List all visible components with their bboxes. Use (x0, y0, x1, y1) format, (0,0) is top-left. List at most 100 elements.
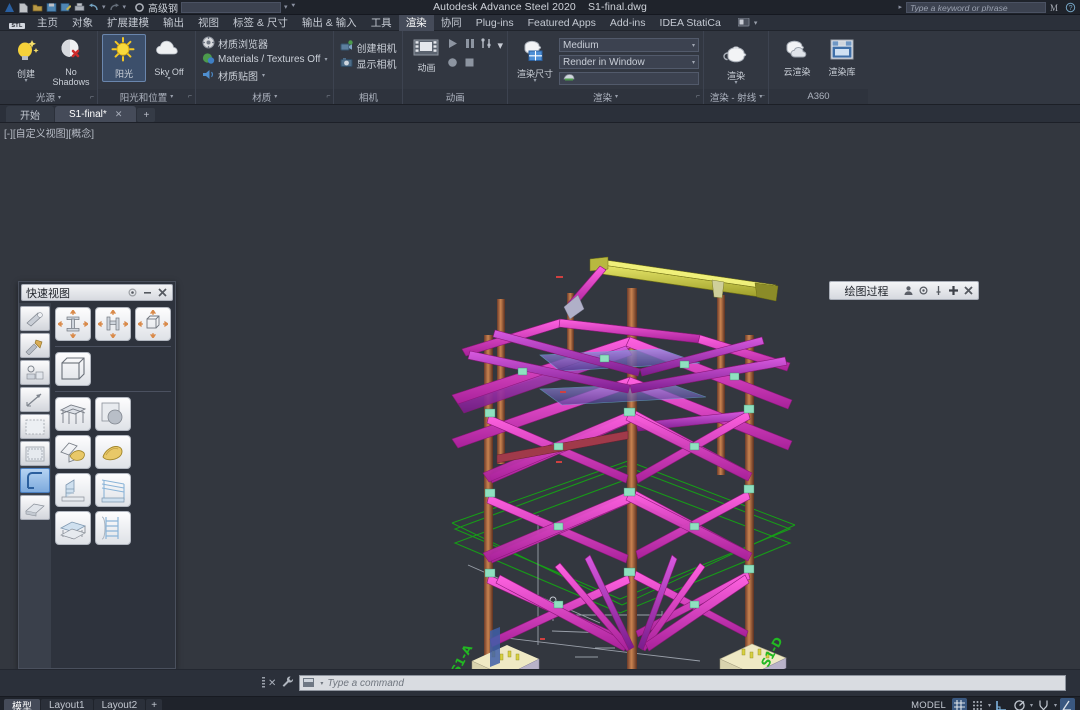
render-panel-label[interactable]: 渲染 ▾ ⌐ (508, 89, 703, 104)
platform-icon[interactable] (55, 511, 91, 545)
ribbon[interactable]: 创建 ▾ No Shadows 光源 ▾ ⌐ 阳光 Sky Off ▾ 阳光和位… (0, 31, 1080, 105)
cloud-render-button[interactable]: 云渲染 (775, 34, 819, 80)
quick-view-palette[interactable]: 快速视图 (18, 281, 176, 669)
ribbon-overflow[interactable]: ▾ (737, 18, 757, 27)
chevron-down-icon[interactable]: ▾ (692, 59, 695, 66)
create-camera-button[interactable]: 创建相机 (338, 39, 398, 55)
render-gallery-button[interactable]: 渲染库 (820, 34, 864, 80)
minimize-icon[interactable] (142, 287, 153, 298)
snap-mode-icon[interactable] (970, 698, 985, 710)
plate-tool-icon[interactable] (20, 360, 50, 385)
animation-panel-label[interactable]: 动画 (403, 89, 507, 104)
render-size-button[interactable]: 渲染尺寸 ▾ (512, 34, 558, 87)
status-right-group[interactable]: MODEL ▾ ▾ ▾ (908, 698, 1080, 710)
palette-tool-grid[interactable] (51, 303, 175, 668)
ribbon-tab-7[interactable]: 工具 (364, 15, 399, 31)
gear-icon[interactable] (918, 285, 929, 296)
create-light-button[interactable]: 创建 ▾ (4, 34, 48, 87)
ribbon-tab-4[interactable]: 视图 (191, 15, 226, 31)
sky-off-button[interactable]: Sky Off ▾ (147, 34, 191, 85)
bent-plate-icon[interactable] (95, 435, 131, 469)
close-icon[interactable] (157, 287, 168, 298)
render-destination-combo[interactable]: Render in Window ▾ (559, 55, 699, 69)
render-ray-panel-label[interactable]: 渲染 - 射线 ▾ ⌐ (704, 89, 768, 104)
chevron-down-icon[interactable]: ▾ (274, 93, 277, 100)
animation-dropdown-icon[interactable]: ▾ (497, 39, 503, 52)
chevron-down-icon[interactable]: ▾ (170, 93, 173, 100)
ribbon-tab-0[interactable]: 主页 (30, 15, 65, 31)
gear-icon[interactable] (127, 287, 138, 298)
stop-icon[interactable] (463, 56, 476, 72)
connection-tool-icon[interactable] (20, 333, 50, 358)
grid-display-icon[interactable] (951, 698, 967, 710)
document-tab-bar[interactable]: 开始 S1-final* ✕ + (0, 105, 1080, 123)
beam-section-icon[interactable] (55, 307, 91, 341)
ortho-mode-icon[interactable] (994, 698, 1009, 710)
drawing-process-title-bar[interactable]: 绘图过程 (829, 281, 979, 300)
signin-icon[interactable]: M (1050, 2, 1061, 13)
ribbon-tab-13[interactable]: IDEA StatiCa (653, 15, 728, 31)
stair-icon[interactable] (55, 473, 91, 507)
sun-status-button[interactable]: 阳光 (102, 34, 146, 82)
render-size-dropdown-icon[interactable]: ▾ (533, 78, 536, 84)
folded-plate-icon[interactable] (55, 435, 91, 469)
search-expand-icon[interactable]: ▸ (898, 3, 902, 11)
ribbon-tab-2[interactable]: 扩展建模 (100, 15, 156, 31)
dialog-launcher-icon[interactable]: ⌐ (761, 93, 765, 100)
dialog-launcher-icon[interactable]: ⌐ (696, 93, 700, 100)
dialog-launcher-icon[interactable]: ⌐ (90, 94, 94, 101)
chevron-down-icon[interactable]: ▾ (58, 94, 61, 101)
material-mapping-button[interactable]: 材质贴图 ▾ (200, 68, 329, 83)
motion-path-icon[interactable] (480, 37, 493, 53)
sky-off-dropdown-icon[interactable]: ▾ (167, 76, 170, 82)
pin-icon[interactable] (933, 285, 944, 296)
add-layout-button[interactable]: + (146, 698, 163, 710)
sun-location-panel-label[interactable]: 阳光和位置 ▾ ⌐ (98, 89, 195, 104)
palette-side-toolbar[interactable] (19, 303, 51, 668)
document-tab-0[interactable]: 开始 (6, 106, 54, 122)
camera-panel-label[interactable]: 相机 (334, 89, 403, 104)
command-line-zone[interactable]: ✕ ▾ Type a command (0, 669, 1080, 696)
show-camera-button[interactable]: 显示相机 (338, 56, 398, 71)
redo-icon[interactable] (109, 2, 120, 13)
help-icon[interactable]: ? (1065, 2, 1076, 13)
open-icon[interactable] (32, 2, 43, 13)
structure-view-icon[interactable] (55, 397, 91, 431)
polar-tracking-icon[interactable] (1012, 698, 1027, 710)
workspace-combo[interactable] (181, 1, 282, 13)
layout-tabs[interactable]: 模型 Layout1 Layout2 + (0, 698, 163, 710)
close-icon[interactable]: ✕ (268, 678, 276, 689)
workspace-dropdown-icon[interactable]: ▾ (284, 3, 288, 11)
isodraft-icon[interactable] (1060, 698, 1075, 710)
viewport-label[interactable]: [-][自定义视图][概念] (4, 125, 94, 140)
command-grip[interactable]: ✕ (262, 676, 276, 690)
new-tab-button[interactable]: + (137, 108, 156, 122)
chevron-down-icon[interactable]: ▾ (988, 702, 991, 709)
layout-tab-2[interactable]: Layout2 (93, 698, 146, 710)
save-icon[interactable] (46, 2, 57, 13)
railing-icon[interactable] (95, 473, 131, 507)
chevron-down-icon[interactable]: ▾ (1030, 702, 1033, 709)
quick-access-toolbar[interactable]: ▾ ▾ 高级钢 ▾ ⯆ (0, 0, 296, 15)
ribbon-tab-6[interactable]: 输出 & 输入 (295, 15, 364, 31)
material-mapping-dropdown-icon[interactable]: ▾ (262, 72, 265, 79)
ribbon-tab-3[interactable]: 输出 (156, 15, 191, 31)
move-icon[interactable] (948, 285, 959, 296)
drawing-viewport[interactable]: [-][自定义视图][概念] S1-A S1-D 快速视图 绘图过程 (0, 123, 1080, 669)
pause-icon[interactable] (463, 37, 476, 53)
redo-dropdown-icon[interactable]: ▾ (123, 3, 127, 11)
document-tab-1[interactable]: S1-final* ✕ (55, 106, 137, 122)
chevron-down-icon[interactable]: ▾ (320, 680, 323, 687)
beam-tool-icon[interactable] (20, 306, 50, 331)
play-icon[interactable] (446, 37, 459, 53)
close-icon[interactable]: ✕ (115, 109, 123, 120)
print-icon[interactable] (74, 2, 85, 13)
view-tool-icon[interactable] (20, 468, 50, 493)
layout-tab-0[interactable]: 模型 (4, 698, 40, 710)
command-input[interactable]: ▾ Type a command (299, 675, 1066, 691)
chevron-down-icon[interactable]: ▾ (615, 93, 618, 100)
ribbon-tab-10[interactable]: Plug-ins (469, 15, 521, 31)
search-input[interactable]: Type a keyword or phrase (906, 1, 1046, 13)
app-menu-icon[interactable] (4, 2, 15, 13)
materials-panel-label[interactable]: 材质 ▾ ⌐ (196, 89, 334, 104)
